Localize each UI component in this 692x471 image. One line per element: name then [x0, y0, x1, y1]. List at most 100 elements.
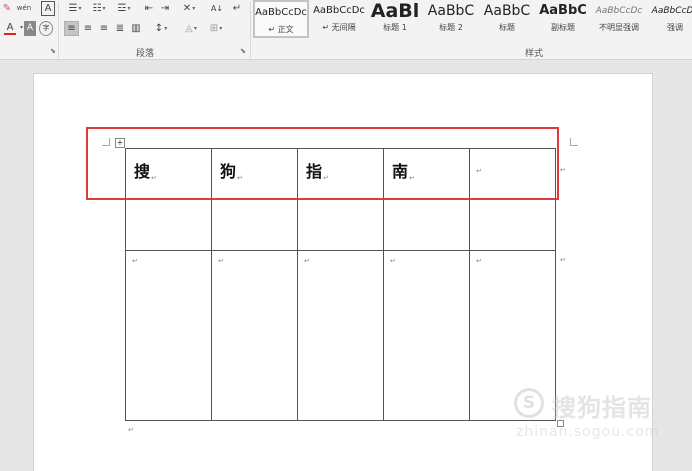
styles-gallery: AaBbCcDc ↵ 正文 AaBbCcDc ↵ 无间隔 AaBl 标题 1 A… [253, 0, 692, 40]
character-shading-button[interactable]: A [24, 21, 36, 36]
paragraph-mark: ↵ [476, 257, 482, 265]
font-dialog-launcher-icon[interactable]: ⬊ [50, 47, 56, 55]
character-border-button[interactable]: A [41, 1, 55, 16]
decrease-indent-button[interactable]: ⇤ [142, 1, 156, 16]
table-move-handle[interactable]: + [115, 138, 125, 148]
paragraph-mark: ↵ [304, 257, 310, 265]
document-table[interactable]: 搜↵ 狗↵ 指↵ 南↵ ↵ ↵ ↵ ↵ ↵ ↵ [125, 148, 556, 421]
margin-corner-mark [570, 138, 578, 146]
table-cell[interactable] [297, 198, 384, 251]
font-color-letter: A [6, 21, 14, 33]
decrease-indent-icon: ⇤ [144, 2, 154, 14]
style-normal[interactable]: AaBbCcDc ↵ 正文 [253, 0, 309, 38]
enclose-characters-label: 字 [42, 24, 50, 32]
increase-indent-button[interactable]: ⇥ [158, 1, 172, 16]
borders-button[interactable]: ⊞ ▾ [204, 21, 228, 36]
table-cell[interactable] [383, 198, 470, 251]
paint-bucket-icon: ◬ [185, 22, 193, 34]
font-color-button[interactable]: A [0, 21, 20, 36]
table-cell[interactable] [469, 198, 556, 251]
distributed-icon: ▥ [131, 22, 141, 34]
watermark-title: 搜狗指南 [552, 394, 652, 422]
align-right-button[interactable]: ≡ [97, 21, 111, 36]
table-cell[interactable] [125, 198, 212, 251]
shading-button[interactable]: ◬ ▾ [180, 21, 202, 36]
align-center-button[interactable]: ≡ [81, 21, 95, 36]
table-cell[interactable]: ↵ [211, 250, 298, 421]
font-color-dropdown-icon[interactable]: ▾ [20, 24, 23, 31]
style-sample: AaBl [370, 0, 420, 22]
style-no-spacing[interactable]: AaBbCcDc ↵ 无间隔 [311, 0, 367, 38]
bullets-icon: ☰ [68, 2, 78, 14]
table-cell[interactable]: 搜↵ [125, 148, 212, 199]
distributed-button[interactable]: ▥ [129, 21, 143, 36]
character-shading-label: A [26, 23, 34, 33]
paragraph-dialog-launcher-icon[interactable]: ⬊ [240, 47, 246, 55]
character-border-label: A [44, 2, 52, 14]
style-heading-2[interactable]: AaBbC 标题 2 [423, 0, 479, 38]
multilevel-list-icon: ☲ [117, 2, 127, 14]
style-heading-1[interactable]: AaBl 标题 1 [367, 0, 423, 38]
paragraph-mark: ↵ [237, 174, 243, 182]
watermark-logo-icon: S [514, 388, 544, 418]
style-sample: AaBbCcDc [651, 6, 692, 16]
table-cell[interactable] [211, 198, 298, 251]
paragraph-mark: ↵ [409, 174, 415, 182]
paragraph-group-label: 段落 [136, 49, 155, 59]
line-spacing-icon: ↕ [154, 22, 164, 34]
style-name: 强调 [667, 23, 683, 32]
watermark: S 搜狗指南 zhinan.sogou.com [512, 388, 682, 448]
align-left-button[interactable]: ≡ [64, 21, 79, 36]
multilevel-list-button[interactable]: ☲ ▾ [112, 1, 136, 16]
increase-indent-icon: ⇥ [160, 2, 170, 14]
style-sample: AaBbC [427, 3, 475, 19]
enclose-characters-button[interactable]: 字 [39, 21, 53, 36]
style-title[interactable]: AaBbC 标题 [479, 0, 535, 38]
style-name: 标题 1 [383, 23, 407, 32]
style-subtitle[interactable]: AaBbC 副标题 [535, 0, 591, 38]
group-separator [58, 2, 59, 58]
style-emphasis[interactable]: AaBbCcDc 强调 [647, 0, 692, 38]
style-name: 标题 [499, 23, 515, 32]
style-subtle-emphasis[interactable]: AaBbCcDc 不明显强调 [591, 0, 647, 38]
ribbon: ✎ wén A A ▾ A 字 ⬊ ☰ ▾ ☷ ▾ ☲ ▾ ⇤ ⇥ ✕ ▾ A↓ ↵ ≡… [0, 0, 692, 60]
sort-button[interactable]: A↓ [208, 1, 226, 16]
table-row [125, 198, 556, 251]
numbering-button[interactable]: ☷ ▾ [88, 1, 110, 16]
cell-text: 狗 [220, 162, 237, 181]
style-sample: AaBbCcDc [313, 5, 365, 16]
table-cell[interactable]: ↵ [125, 250, 212, 421]
numbering-dropdown-icon: ▾ [102, 4, 106, 12]
chinese-layout-dropdown-icon: ▾ [192, 4, 196, 12]
show-hide-marks-button[interactable]: ↵ [230, 1, 244, 16]
paragraph-mark: ↵ [323, 174, 329, 182]
end-of-row-mark: ↵ [560, 256, 566, 264]
table-cell[interactable]: ↵ [383, 250, 470, 421]
table-cell[interactable]: 狗↵ [211, 148, 298, 199]
bullets-button[interactable]: ☰ ▾ [64, 1, 86, 16]
watermark-url: zhinan.sogou.com [516, 424, 660, 440]
multilevel-dropdown-icon: ▾ [127, 4, 131, 12]
table-row: ↵ ↵ ↵ ↵ ↵ [125, 250, 556, 421]
table-cell[interactable]: ↵ [297, 250, 384, 421]
align-center-icon: ≡ [83, 22, 93, 34]
phonetic-guide-button[interactable]: wén [15, 1, 33, 16]
text-effects-icon[interactable]: ✎ [0, 1, 14, 16]
justify-button[interactable]: ≣ [113, 21, 127, 36]
paragraph-mark: ↵ [128, 426, 134, 434]
borders-icon: ⊞ [209, 22, 219, 34]
table-cell[interactable]: ↵ [469, 148, 556, 199]
group-separator [250, 2, 251, 58]
cell-text: 搜 [134, 162, 151, 181]
borders-dropdown-icon: ▾ [219, 24, 223, 32]
font-color-swatch [4, 32, 16, 35]
chinese-layout-button[interactable]: ✕ ▾ [178, 1, 200, 16]
align-left-icon: ≡ [67, 22, 76, 34]
style-sample: AaBbC [539, 3, 587, 18]
table-cell[interactable]: 南↵ [383, 148, 470, 199]
style-sample: AaBbC [483, 3, 531, 19]
line-spacing-button[interactable]: ↕ ▾ [150, 21, 172, 36]
numbering-icon: ☷ [92, 2, 102, 14]
shading-dropdown-icon: ▾ [193, 24, 197, 32]
table-cell[interactable]: 指↵ [297, 148, 384, 199]
